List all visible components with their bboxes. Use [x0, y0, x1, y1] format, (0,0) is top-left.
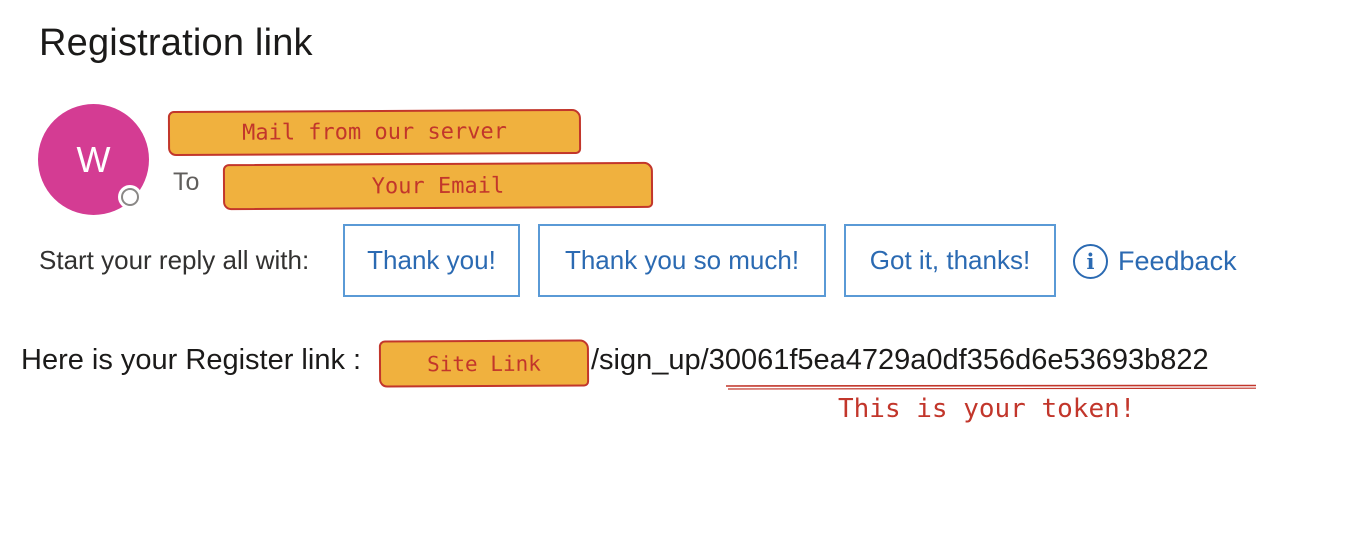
register-link-path[interactable]: /sign_up/30061f5ea4729a0df356d6e53693b82…	[591, 344, 1209, 377]
email-subject: Registration link	[39, 22, 313, 64]
feedback-label: Feedback	[1118, 245, 1237, 276]
avatar-initial: W	[76, 138, 111, 180]
suggested-reply-label: Start your reply all with:	[39, 245, 310, 275]
suggested-reply-button[interactable]: Thank you so much!	[538, 224, 826, 297]
email-reading-pane: Registration link W Mail from our server…	[0, 0, 1365, 549]
token-underline	[726, 384, 1256, 390]
sender-annotation: Mail from our server	[167, 108, 582, 157]
suggested-reply-button[interactable]: Got it, thanks!	[844, 224, 1056, 297]
to-label: To	[173, 168, 200, 196]
info-icon: i	[1073, 243, 1108, 279]
suggested-reply-button[interactable]: Thank you!	[343, 224, 520, 297]
register-link-label: Here is your Register link :	[21, 344, 362, 376]
presence-ring	[121, 188, 139, 206]
presence-status-icon	[118, 185, 142, 209]
recipient-annotation: Your Email	[222, 161, 654, 211]
feedback-link[interactable]: i Feedback	[1073, 242, 1237, 280]
token-annotation: This is your token!	[838, 394, 1136, 424]
site-link-annotation: Site Link	[378, 339, 590, 388]
